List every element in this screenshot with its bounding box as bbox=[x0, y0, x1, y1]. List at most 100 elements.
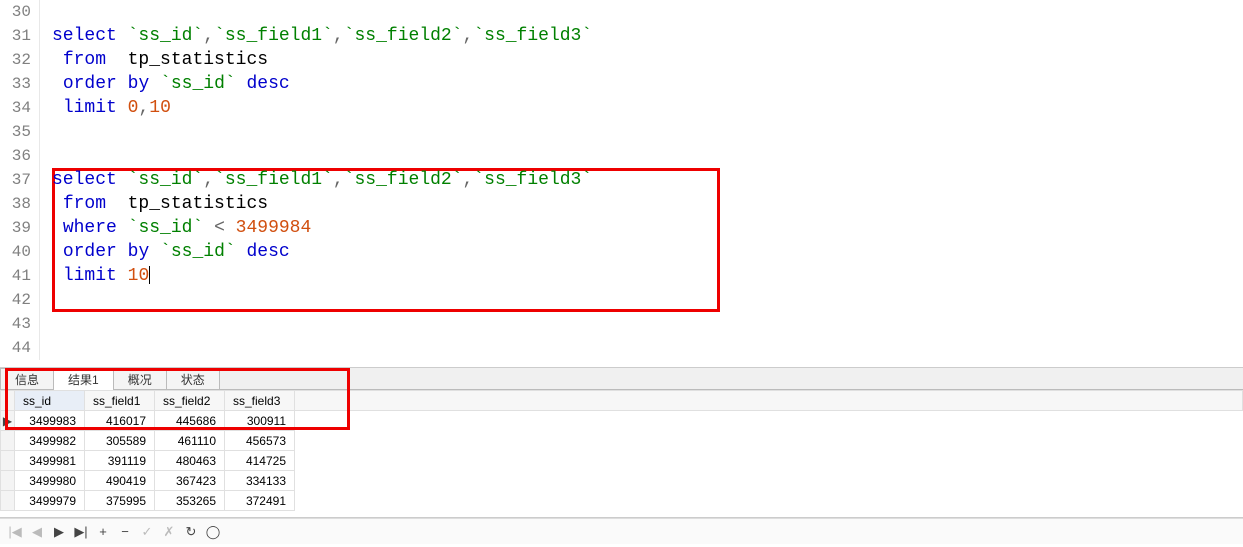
code-content[interactable]: limit 0,10 bbox=[40, 96, 1243, 120]
code-line[interactable]: 42 bbox=[0, 288, 1243, 312]
cell[interactable]: 490419 bbox=[85, 471, 155, 491]
line-number: 41 bbox=[0, 264, 40, 288]
code-line[interactable]: 44 bbox=[0, 336, 1243, 360]
nav-play-icon[interactable]: ▶ bbox=[50, 523, 68, 541]
cell-pad bbox=[295, 471, 1243, 491]
code-content[interactable] bbox=[40, 120, 1243, 144]
cell[interactable]: 375995 bbox=[85, 491, 155, 511]
code-content[interactable]: select `ss_id`,`ss_field1`,`ss_field2`,`… bbox=[40, 24, 1243, 48]
code-content[interactable] bbox=[40, 312, 1243, 336]
code-content[interactable]: order by `ss_id` desc bbox=[40, 72, 1243, 96]
result-grid[interactable]: ss_id ss_field1 ss_field2 ss_field3 ▶349… bbox=[0, 390, 1243, 511]
cell[interactable]: 334133 bbox=[225, 471, 295, 491]
nav-first-icon[interactable]: |◀ bbox=[6, 523, 24, 541]
cell[interactable]: 480463 bbox=[155, 451, 225, 471]
col-header-ss_field2[interactable]: ss_field2 bbox=[155, 391, 225, 411]
line-number: 38 bbox=[0, 192, 40, 216]
code-content[interactable] bbox=[40, 336, 1243, 360]
code-content[interactable] bbox=[40, 288, 1243, 312]
tab-info[interactable]: 信息 bbox=[0, 368, 54, 389]
code-line[interactable]: 37select `ss_id`,`ss_field1`,`ss_field2`… bbox=[0, 168, 1243, 192]
nav-commit-icon[interactable]: ✓ bbox=[138, 523, 156, 541]
code-content[interactable] bbox=[40, 0, 1243, 24]
line-number: 44 bbox=[0, 336, 40, 360]
table-row[interactable]: ▶3499983416017445686300911 bbox=[1, 411, 1243, 431]
text-cursor bbox=[149, 266, 150, 284]
tab-profile[interactable]: 概况 bbox=[113, 368, 167, 389]
code-content[interactable]: order by `ss_id` desc bbox=[40, 240, 1243, 264]
row-marker bbox=[1, 431, 15, 451]
cell[interactable]: 3499980 bbox=[15, 471, 85, 491]
cell[interactable]: 461110 bbox=[155, 431, 225, 451]
code-line[interactable]: 33 order by `ss_id` desc bbox=[0, 72, 1243, 96]
col-header-pad bbox=[295, 391, 1243, 411]
row-marker bbox=[1, 471, 15, 491]
cell[interactable]: 414725 bbox=[225, 451, 295, 471]
table-row[interactable]: 3499979375995353265372491 bbox=[1, 491, 1243, 511]
line-number: 33 bbox=[0, 72, 40, 96]
nav-prev-icon[interactable]: ◀ bbox=[28, 523, 46, 541]
nav-cancel-icon[interactable]: ✗ bbox=[160, 523, 178, 541]
line-number: 30 bbox=[0, 0, 40, 24]
cell[interactable]: 300911 bbox=[225, 411, 295, 431]
cell[interactable]: 456573 bbox=[225, 431, 295, 451]
result-grid-wrap: ss_id ss_field1 ss_field2 ss_field3 ▶349… bbox=[0, 390, 1243, 518]
code-content[interactable]: limit 10 bbox=[40, 264, 1243, 288]
cell-pad bbox=[295, 411, 1243, 431]
grid-header-row: ss_id ss_field1 ss_field2 ss_field3 bbox=[1, 391, 1243, 411]
table-row[interactable]: 3499980490419367423334133 bbox=[1, 471, 1243, 491]
tab-result1[interactable]: 结果1 bbox=[53, 368, 114, 390]
sql-editor[interactable]: 3031select `ss_id`,`ss_field1`,`ss_field… bbox=[0, 0, 1243, 368]
row-marker bbox=[1, 491, 15, 511]
col-header-ss_field3[interactable]: ss_field3 bbox=[225, 391, 295, 411]
cell[interactable]: 416017 bbox=[85, 411, 155, 431]
line-number: 34 bbox=[0, 96, 40, 120]
cell[interactable]: 367423 bbox=[155, 471, 225, 491]
code-content[interactable]: from tp_statistics bbox=[40, 48, 1243, 72]
cell[interactable]: 305589 bbox=[85, 431, 155, 451]
code-line[interactable]: 39 where `ss_id` < 3499984 bbox=[0, 216, 1243, 240]
nav-add-icon[interactable]: + bbox=[94, 523, 112, 541]
tab-status[interactable]: 状态 bbox=[166, 368, 220, 389]
cell[interactable]: 3499979 bbox=[15, 491, 85, 511]
line-number: 39 bbox=[0, 216, 40, 240]
code-line[interactable]: 32 from tp_statistics bbox=[0, 48, 1243, 72]
table-row[interactable]: 3499982305589461110456573 bbox=[1, 431, 1243, 451]
code-line[interactable]: 31select `ss_id`,`ss_field1`,`ss_field2`… bbox=[0, 24, 1243, 48]
nav-refresh-icon[interactable]: ↻ bbox=[182, 523, 200, 541]
code-line[interactable]: 30 bbox=[0, 0, 1243, 24]
line-number: 42 bbox=[0, 288, 40, 312]
code-line[interactable]: 36 bbox=[0, 144, 1243, 168]
nav-next-icon[interactable]: ▶| bbox=[72, 523, 90, 541]
col-header-ss_id[interactable]: ss_id bbox=[15, 391, 85, 411]
code-line[interactable]: 34 limit 0,10 bbox=[0, 96, 1243, 120]
cell-pad bbox=[295, 431, 1243, 451]
cell[interactable]: 353265 bbox=[155, 491, 225, 511]
line-number: 36 bbox=[0, 144, 40, 168]
code-line[interactable]: 41 limit 10 bbox=[0, 264, 1243, 288]
cell[interactable]: 372491 bbox=[225, 491, 295, 511]
code-line[interactable]: 40 order by `ss_id` desc bbox=[0, 240, 1243, 264]
line-number: 43 bbox=[0, 312, 40, 336]
nav-delete-icon[interactable]: − bbox=[116, 523, 134, 541]
cell[interactable]: 3499983 bbox=[15, 411, 85, 431]
line-number: 37 bbox=[0, 168, 40, 192]
grid-corner bbox=[1, 391, 15, 411]
code-line[interactable]: 35 bbox=[0, 120, 1243, 144]
code-content[interactable] bbox=[40, 144, 1243, 168]
cell-pad bbox=[295, 491, 1243, 511]
col-header-ss_field1[interactable]: ss_field1 bbox=[85, 391, 155, 411]
code-content[interactable]: select `ss_id`,`ss_field1`,`ss_field2`,`… bbox=[40, 168, 1243, 192]
table-row[interactable]: 3499981391119480463414725 bbox=[1, 451, 1243, 471]
cell[interactable]: 3499982 bbox=[15, 431, 85, 451]
nav-stop-icon[interactable]: ◯ bbox=[204, 523, 222, 541]
code-line[interactable]: 38 from tp_statistics bbox=[0, 192, 1243, 216]
record-nav-toolbar: |◀ ◀ ▶ ▶| + − ✓ ✗ ↻ ◯ bbox=[0, 518, 1243, 544]
code-content[interactable]: where `ss_id` < 3499984 bbox=[40, 216, 1243, 240]
code-line[interactable]: 43 bbox=[0, 312, 1243, 336]
cell[interactable]: 391119 bbox=[85, 451, 155, 471]
cell[interactable]: 445686 bbox=[155, 411, 225, 431]
result-tabs: 信息 结果1 概况 状态 bbox=[0, 368, 1243, 390]
code-content[interactable]: from tp_statistics bbox=[40, 192, 1243, 216]
cell[interactable]: 3499981 bbox=[15, 451, 85, 471]
